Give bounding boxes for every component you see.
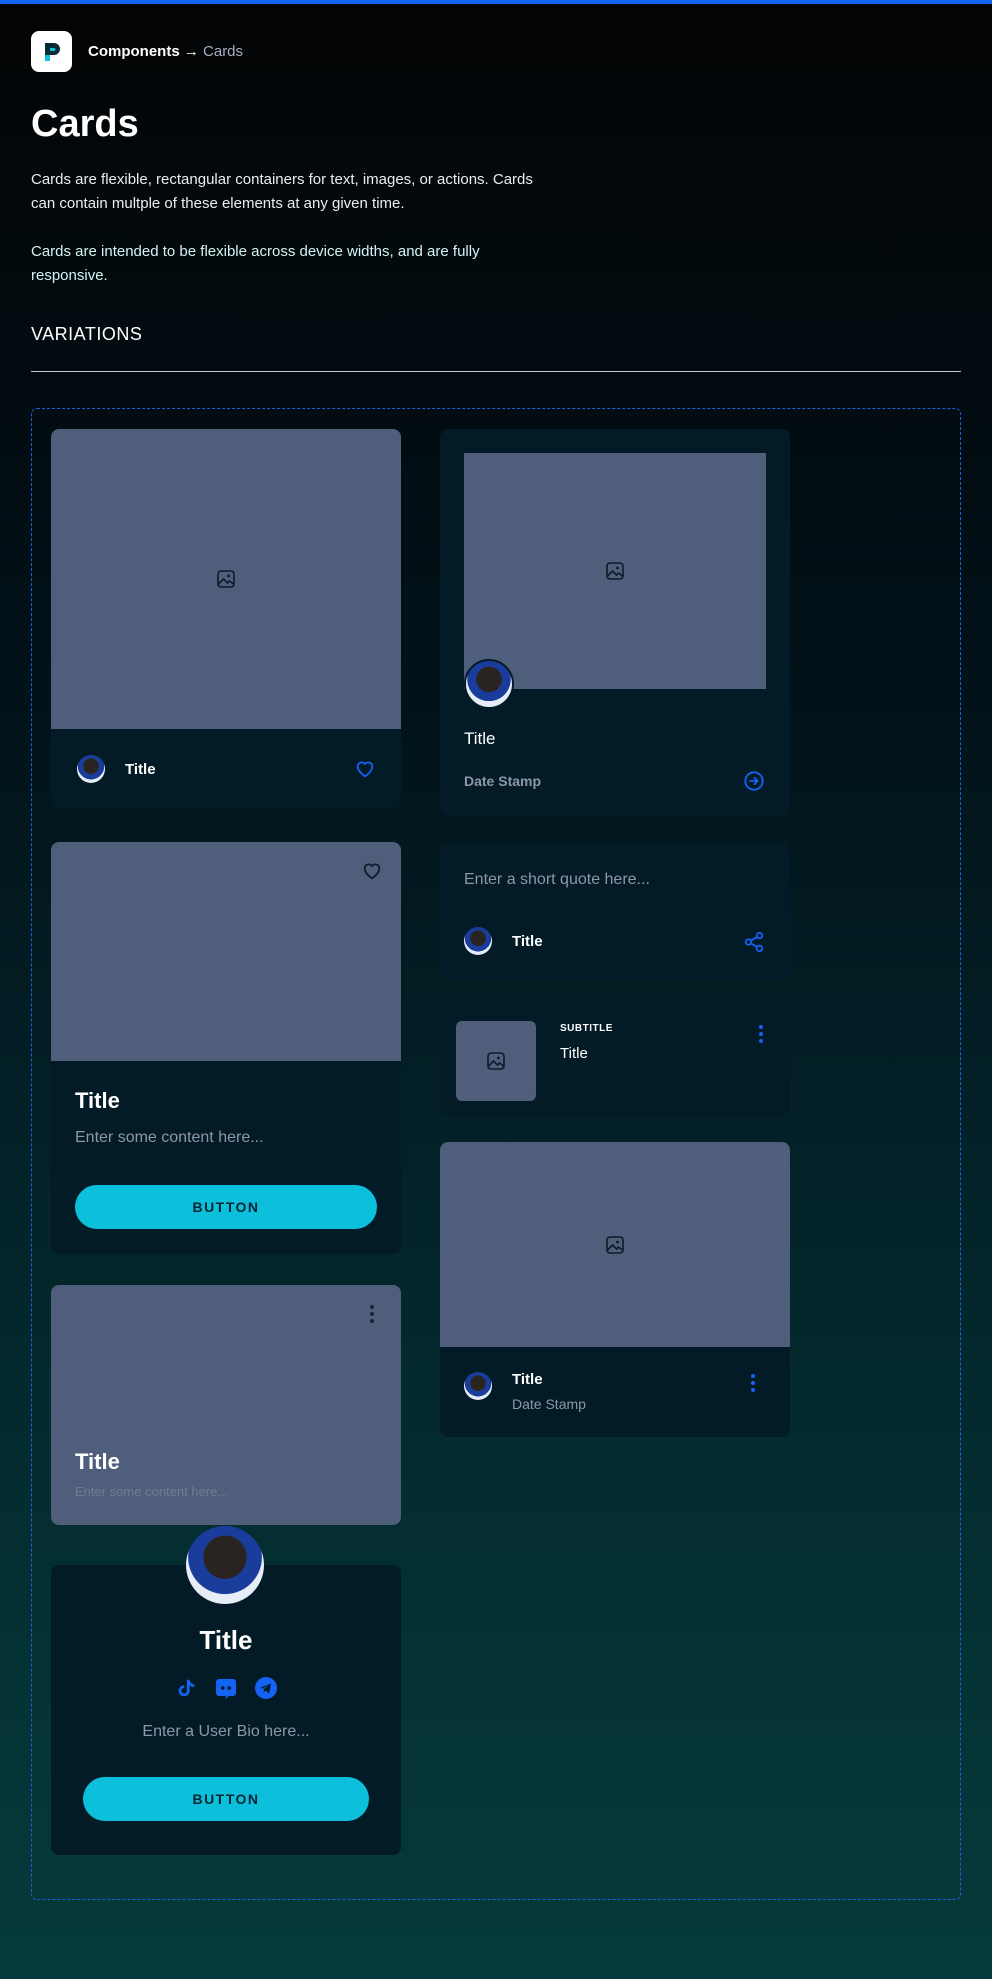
quote-placeholder: Enter a short quote here... — [464, 871, 650, 888]
more-options-icon[interactable] — [758, 1025, 764, 1043]
breadcrumb: Components → Cards — [88, 43, 243, 60]
card-title: Title — [199, 1625, 253, 1655]
tiktok-icon[interactable] — [173, 1675, 199, 1701]
avatar — [464, 927, 492, 955]
header: Components → Cards — [31, 31, 243, 72]
top-accent-bar — [0, 0, 992, 4]
image-placeholder — [440, 1142, 790, 1347]
page-title: Cards — [31, 103, 139, 145]
card-title: Title — [512, 932, 543, 950]
section-title: VARIATIONS — [31, 324, 143, 344]
card-content: Enter some content here... — [75, 1484, 229, 1499]
thumbnail-placeholder — [456, 1021, 536, 1101]
profile-avatar — [186, 1526, 264, 1604]
user-bio: Enter a User Bio here... — [142, 1723, 310, 1740]
card-overlay[interactable]: Title Enter some content here... — [51, 1285, 401, 1525]
card-profile[interactable]: Title Enter a User Bio here... BUTTON — [51, 1526, 401, 1855]
card-list-item[interactable]: SUBTITLE Title — [440, 1005, 790, 1116]
card-title: Title — [125, 760, 156, 778]
avatar — [464, 1372, 492, 1400]
card-title: Title — [75, 1449, 120, 1474]
card-quote[interactable]: Enter a short quote here... Title — [440, 842, 790, 981]
breadcrumb-parent[interactable]: Components — [88, 43, 180, 60]
breadcrumb-separator: → — [183, 43, 199, 60]
page-description: Cards are flexible, rectangular containe… — [31, 171, 533, 212]
card-subtitle: SUBTITLE — [560, 1023, 613, 1034]
card-title: Title — [464, 729, 496, 748]
image-icon — [217, 570, 235, 588]
card-content-button[interactable]: Title Enter some content here... BUTTON — [51, 842, 401, 1254]
card-title: Title — [560, 1045, 588, 1062]
image-icon — [606, 562, 624, 580]
arrow-circle-right-icon[interactable] — [743, 770, 765, 792]
image-placeholder — [51, 429, 401, 729]
discord-icon[interactable] — [213, 1675, 239, 1701]
avatar — [77, 755, 105, 783]
app-logo[interactable] — [31, 31, 72, 72]
logo-mark-icon — [44, 42, 60, 61]
card-image-footer[interactable]: Title — [51, 429, 401, 808]
heart-icon[interactable] — [354, 758, 376, 780]
date-stamp: Date Stamp — [512, 1396, 586, 1412]
card-title: Title — [75, 1088, 120, 1113]
card-button[interactable]: BUTTON — [75, 1185, 377, 1229]
card-avatar-overlap[interactable]: Title Date Stamp — [440, 429, 790, 816]
share-icon[interactable] — [743, 931, 765, 953]
telegram-icon[interactable] — [253, 1675, 279, 1701]
image-icon — [487, 1052, 505, 1070]
image-placeholder — [464, 453, 766, 689]
more-options-icon[interactable] — [369, 1305, 375, 1323]
avatar — [464, 659, 514, 709]
image-icon — [606, 1235, 624, 1254]
page-description-secondary: Cards are intended to be flexible across… — [31, 243, 480, 284]
card-button[interactable]: BUTTON — [83, 1777, 369, 1821]
breadcrumb-current: Cards — [203, 43, 244, 60]
card-content: Enter some content here... — [75, 1129, 264, 1146]
more-options-icon[interactable] — [750, 1374, 756, 1392]
card-media-footer[interactable]: Title Date Stamp — [440, 1142, 790, 1437]
card-title: Title — [512, 1371, 543, 1388]
section-divider — [31, 371, 961, 372]
image-placeholder — [51, 842, 401, 1061]
date-stamp: Date Stamp — [464, 773, 542, 789]
heart-icon[interactable] — [361, 860, 383, 882]
